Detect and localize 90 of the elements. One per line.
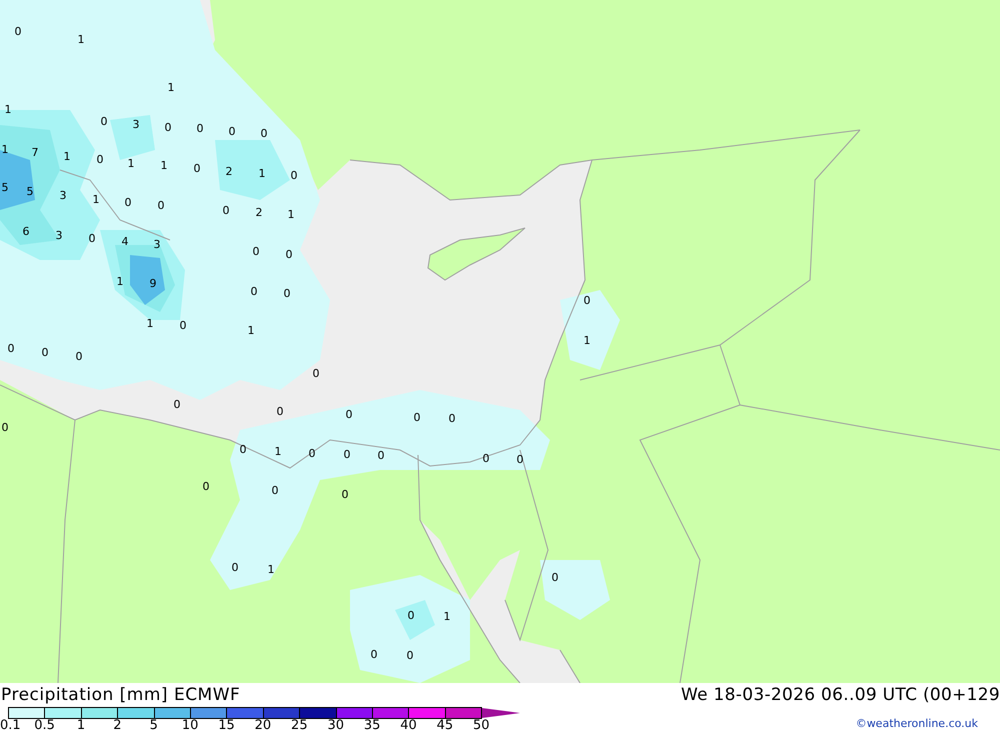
precipitation-value: 0: [8, 342, 14, 355]
precipitation-value: 0: [584, 294, 590, 307]
precipitation-value: 0: [222, 204, 230, 217]
legend-label: 45: [436, 719, 454, 733]
precipitation-value: 0: [286, 248, 292, 261]
precipitation-value: 1: [2, 143, 8, 156]
legend-label: 25: [290, 719, 309, 733]
precipitation-value: 0: [406, 649, 414, 662]
precipitation-value: 0: [370, 648, 378, 661]
precipitation-value: 0: [100, 115, 108, 128]
precipitation-value: 2: [256, 206, 262, 219]
precipitation-value: 0: [180, 319, 186, 332]
precipitation-value: 0: [312, 367, 320, 380]
legend-label: 50: [472, 719, 491, 733]
precipitation-value: 3: [154, 238, 160, 251]
precipitation-value: 0: [194, 162, 200, 175]
legend-label: 1: [76, 719, 86, 733]
precipitation-value: 0: [272, 484, 278, 497]
precipitation-value: 0: [414, 411, 420, 424]
precipitation-value: 0: [284, 287, 290, 300]
precipitation-value: 0: [250, 285, 258, 298]
precipitation-value: 0: [482, 452, 490, 465]
precipitation-value: 0: [448, 412, 456, 425]
precipitation-value: 3: [60, 189, 66, 202]
precipitation-value: 0: [378, 449, 384, 462]
precipitation-value: 0: [276, 405, 284, 418]
precipitation-value: 0: [552, 571, 558, 584]
legend-label: 15: [217, 719, 236, 733]
precipitation-value: 7: [32, 146, 38, 159]
precipitation-value: 0: [158, 199, 164, 212]
precipitation-value: 1: [64, 150, 70, 163]
valid-time: We 18-03-2026 06..09 UTC (00+129: [680, 685, 1000, 705]
legend-label: 35: [362, 719, 382, 733]
precipitation-value: 0: [252, 245, 260, 258]
precipitation-value: 0: [2, 421, 8, 434]
precipitation-value: 1: [584, 334, 590, 347]
precipitation-value: 1: [128, 157, 134, 170]
legend-arrow-icon: [482, 707, 520, 719]
precipitation-value: 0: [346, 408, 352, 421]
chart-title: Precipitation [mm] ECMWF: [0, 685, 240, 705]
precipitation-value: 0: [232, 561, 238, 574]
precipitation-value: 3: [56, 229, 62, 242]
precipitation-value: 0: [196, 122, 204, 135]
precipitation-value: 1: [4, 103, 12, 116]
precipitation-value: 1: [274, 445, 282, 458]
precipitation-value: 0: [290, 169, 298, 182]
precipitation-value: 0: [124, 196, 132, 209]
precipitation-value: 1: [444, 610, 450, 623]
precipitation-value: 4: [122, 235, 128, 248]
precipitation-value: 0: [344, 448, 350, 461]
precipitation-value: 3: [132, 118, 140, 131]
precipitation-value: 0: [408, 609, 414, 622]
precipitation-value: 1: [146, 317, 154, 330]
precipitation-value: 0: [88, 232, 96, 245]
precipitation-value: 5: [2, 181, 8, 194]
precipitation-value: 1: [168, 81, 174, 94]
precipitation-value: 0: [240, 443, 246, 456]
legend-label: 10: [180, 719, 200, 733]
precipitation-value: 0: [164, 121, 172, 134]
legend-label: 0.1: [0, 719, 22, 733]
precipitation-value: 0: [174, 398, 180, 411]
legend-label: 30: [326, 719, 345, 733]
legend-label: 5: [148, 719, 159, 733]
precipitation-value: 2: [226, 165, 232, 178]
precipitation-value: 0: [14, 25, 22, 38]
precipitation-value: 0: [228, 125, 236, 138]
precipitation-value: 0: [516, 453, 524, 466]
precipitation-value: 1: [268, 563, 274, 576]
precipitation-value: 1: [288, 208, 294, 221]
precipitation-value: 0: [342, 488, 348, 501]
precipitation-value: 1: [78, 33, 84, 46]
precipitation-value: 0: [42, 346, 48, 359]
legend-label: 2: [112, 719, 122, 733]
precipitation-value: 1: [258, 167, 266, 180]
legend-label: 20: [254, 719, 272, 733]
precipitation-value: 1: [248, 324, 254, 337]
precipitation-value: 9: [150, 277, 156, 290]
precipitation-value: 5: [26, 185, 34, 198]
precipitation-value: 1: [116, 275, 124, 288]
precipitation-value: 0: [308, 447, 316, 460]
precipitation-value: 6: [22, 225, 30, 238]
precipitation-value: 1: [160, 159, 168, 172]
precipitation-value: 0: [96, 153, 104, 166]
precipitation-value: 0: [76, 350, 82, 363]
legend-label: 0.5: [33, 719, 56, 733]
precipitation-value: 1: [92, 193, 100, 206]
credit-text: ©weatheronline.co.uk: [856, 717, 979, 732]
precipitation-value: 0: [260, 127, 268, 140]
legend-label: 40: [399, 719, 418, 733]
precipitation-value: 0: [202, 480, 210, 493]
